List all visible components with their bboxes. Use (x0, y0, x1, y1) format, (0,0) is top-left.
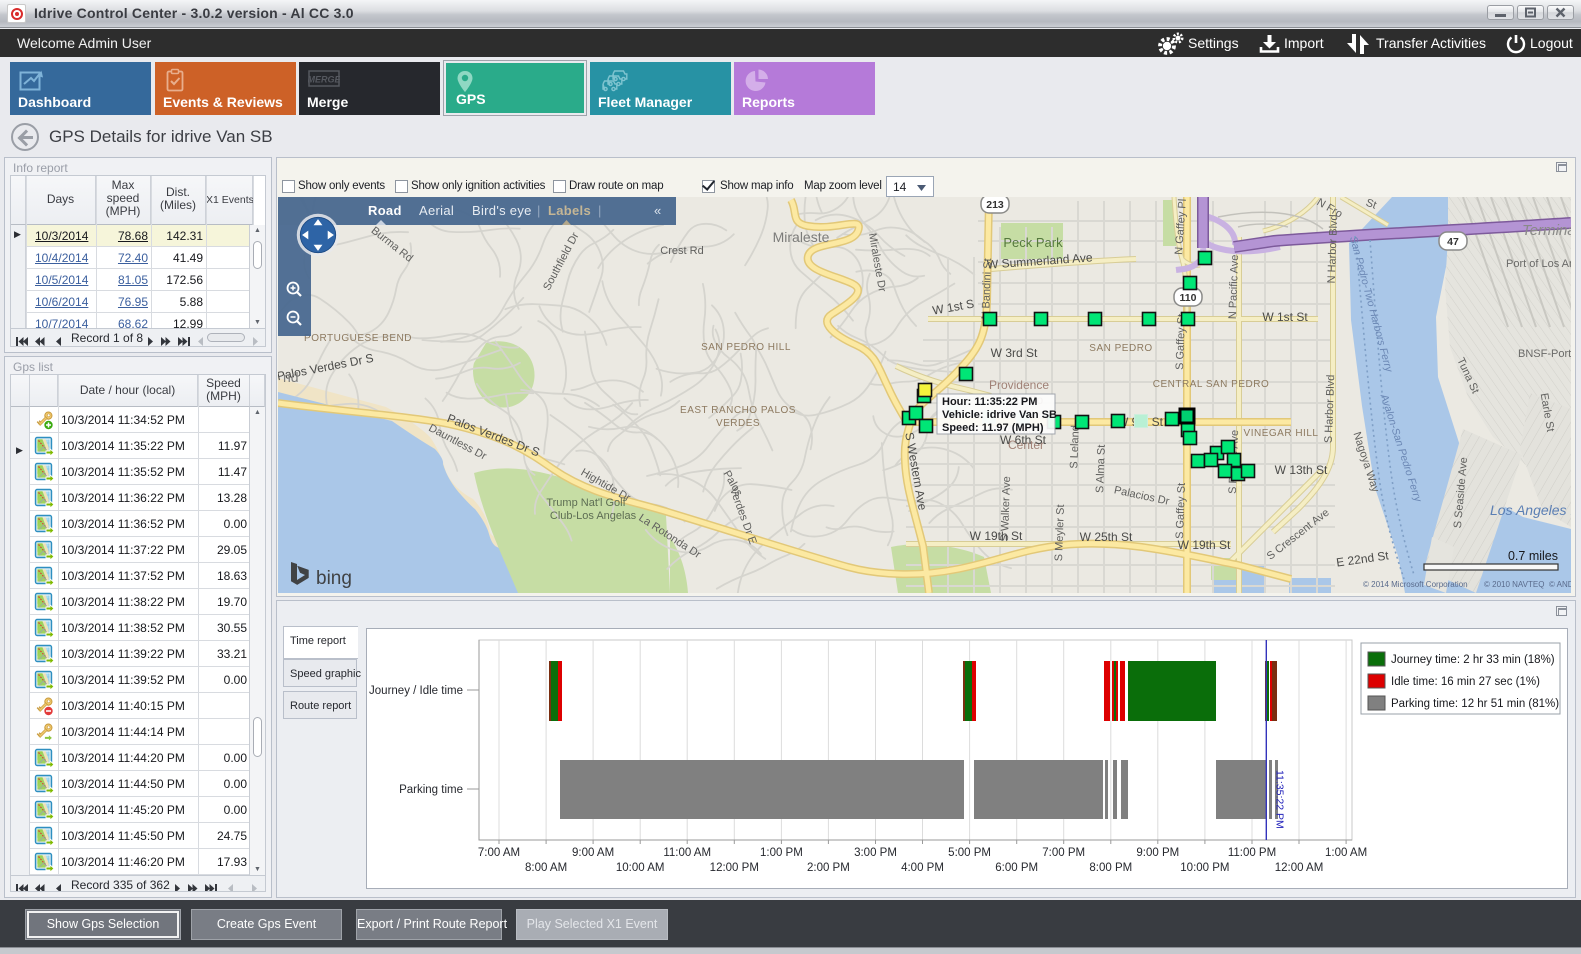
svg-text:Los Angeles Harb: Los Angeles Harb (1490, 502, 1571, 518)
svg-text:BNSF-Port: BNSF-Port (1518, 348, 1571, 360)
svg-text:CENTRAL SAN PEDRO: CENTRAL SAN PEDRO (1153, 379, 1269, 390)
svg-text:© 2010 NAVTEQ: © 2010 NAVTEQ (1484, 580, 1544, 589)
svg-text:© AND: © AND (1549, 580, 1571, 589)
svg-text:Parking time: Parking time (399, 784, 463, 796)
svg-text:Speed: 11.97 (MPH): Speed: 11.97 (MPH) (942, 422, 1044, 434)
svg-text:10:00 PM: 10:00 PM (1180, 862, 1229, 874)
svg-text:S Gaffey St: S Gaffey St (1174, 483, 1188, 539)
svg-text:Providence: Providence (989, 378, 1049, 392)
svg-text:4:00 PM: 4:00 PM (901, 862, 944, 874)
svg-text:Idle time: 16 min 27 sec (1%): Idle time: 16 min 27 sec (1%) (1391, 676, 1540, 688)
svg-text:nd: nd (283, 369, 299, 385)
svg-text:Crest Rd: Crest Rd (660, 245, 703, 257)
svg-text:W 3rd St: W 3rd St (991, 346, 1038, 360)
svg-text:10:00 AM: 10:00 AM (616, 862, 665, 874)
svg-text:Port of Los Angel: Port of Los Angel (1506, 258, 1571, 270)
svg-text:3:00 PM: 3:00 PM (854, 847, 897, 859)
svg-text:8:00 AM: 8:00 AM (525, 862, 567, 874)
svg-text:12:00 AM: 12:00 AM (1275, 862, 1324, 874)
svg-text:11:00 PM: 11:00 PM (1228, 847, 1276, 859)
svg-text:Journey / Idle time: Journey / Idle time (369, 685, 463, 697)
svg-text:213: 213 (986, 199, 1004, 211)
svg-text:VINEGAR HILL: VINEGAR HILL (1244, 428, 1319, 439)
svg-text:5:00 PM: 5:00 PM (948, 847, 991, 859)
svg-text:1:00 AM: 1:00 AM (1325, 847, 1367, 859)
svg-text:S Alma St: S Alma St (1094, 445, 1108, 494)
svg-text:SAN PEDRO: SAN PEDRO (1089, 343, 1152, 354)
svg-text:PORTUGUESE BEND: PORTUGUESE BEND (304, 333, 412, 344)
svg-text:Peck Park: Peck Park (1003, 235, 1063, 250)
svg-text:Hour: 11:35:22 PM: Hour: 11:35:22 PM (942, 396, 1037, 408)
svg-text:bing: bing (316, 568, 352, 589)
svg-text:1:00 PM: 1:00 PM (760, 847, 803, 859)
svg-text:N Pacific Ave: N Pacific Ave (1227, 254, 1241, 319)
svg-text:Journey time: 2 hr 33 min (18%: Journey time: 2 hr 33 min (18%) (1391, 654, 1555, 666)
svg-text:0.7 miles: 0.7 miles (1508, 549, 1558, 563)
svg-text:12:00 PM: 12:00 PM (710, 862, 759, 874)
svg-text:EAST RANCHO PALOS: EAST RANCHO PALOS (680, 405, 796, 416)
svg-text:110: 110 (1180, 292, 1197, 304)
svg-text:N Bandini St: N Bandini St (980, 258, 994, 320)
svg-text:W 1st St: W 1st St (1262, 310, 1308, 324)
svg-text:Terminal Isl: Terminal Isl (1522, 222, 1571, 239)
svg-text:VERDES: VERDES (716, 418, 760, 429)
svg-text:W 25th St: W 25th St (1080, 530, 1133, 544)
svg-text:9:00 AM: 9:00 AM (572, 847, 614, 859)
svg-text:MERGE: MERGE (308, 75, 340, 85)
svg-text:9:00 PM: 9:00 PM (1136, 847, 1179, 859)
svg-text:6:00 PM: 6:00 PM (995, 862, 1038, 874)
svg-text:Trump Nat'l Golf: Trump Nat'l Golf (546, 497, 626, 509)
svg-text:W 19th St: W 19th St (1178, 538, 1231, 552)
svg-text:Vehicle: idrive Van SB: Vehicle: idrive Van SB (942, 409, 1057, 421)
svg-text:S Meyler St: S Meyler St (1053, 504, 1067, 561)
svg-text:Parking time: 12 hr 51 min (81: Parking time: 12 hr 51 min (81%) (1391, 698, 1559, 710)
svg-text:W 6th St: W 6th St (1000, 433, 1047, 447)
svg-text:47: 47 (1447, 236, 1459, 248)
svg-text:W 13th St: W 13th St (1275, 463, 1328, 477)
svg-text:W 19th St: W 19th St (970, 529, 1023, 543)
svg-text:11:35:22 PM: 11:35:22 PM (1273, 770, 1285, 829)
svg-text:S Leland: S Leland (1068, 425, 1082, 469)
svg-text:11:00 AM: 11:00 AM (663, 847, 711, 859)
svg-text:Club-Los Angelas: Club-Los Angelas (550, 510, 637, 522)
svg-text:2:00 PM: 2:00 PM (807, 862, 850, 874)
svg-text:7:00 PM: 7:00 PM (1042, 847, 1085, 859)
svg-text:S Harbor Blvd: S Harbor Blvd (1323, 374, 1337, 443)
svg-text:© 2014 Microsoft Corporation: © 2014 Microsoft Corporation (1363, 580, 1468, 589)
svg-text:7:00 AM: 7:00 AM (478, 847, 520, 859)
svg-text:N Harbor Blvd: N Harbor Blvd (1326, 214, 1340, 283)
svg-text:SAN PEDRO HILL: SAN PEDRO HILL (701, 342, 791, 353)
svg-text:Miraleste: Miraleste (773, 229, 830, 245)
svg-text:8:00 PM: 8:00 PM (1089, 862, 1132, 874)
